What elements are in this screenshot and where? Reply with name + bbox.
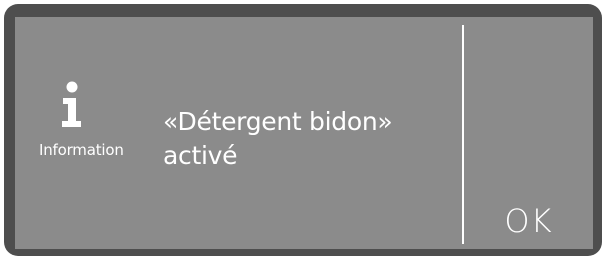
ok-button[interactable]: OK [464,193,593,249]
info-icon [62,81,81,127]
information-label: Information [39,141,124,159]
dialog-message: «Détergent bidon» activé [163,105,393,173]
display-bezel: Information «Détergent bidon» activé OK [4,4,602,256]
message-line-2: activé [163,141,238,170]
message-line-1: «Détergent bidon» [163,107,393,136]
display-screen: Information «Détergent bidon» activé OK [15,17,593,249]
